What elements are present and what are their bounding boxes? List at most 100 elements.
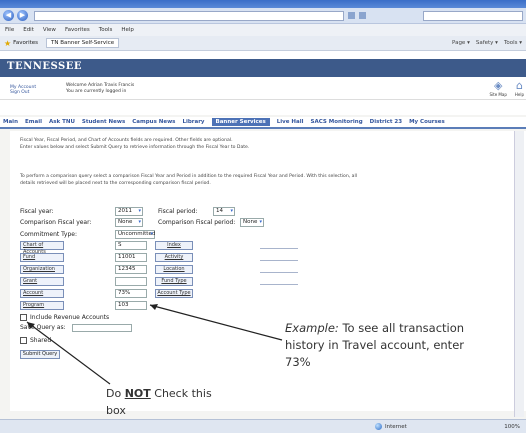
fiscal-period-label: Fiscal period: bbox=[158, 208, 198, 215]
fund-input[interactable]: 11001 bbox=[115, 253, 147, 262]
tab-student-news[interactable]: Student News bbox=[82, 119, 125, 125]
note-suffix: Check this box bbox=[106, 387, 212, 417]
welcome-row: My Account Sign Out Welcome Adrian Travi… bbox=[0, 78, 526, 100]
comparison-year-label: Comparison Fiscal year: bbox=[20, 219, 92, 226]
status-bar: Internet 100% bbox=[0, 419, 526, 433]
page-menu[interactable]: Page ▾ bbox=[452, 40, 470, 46]
menu-help[interactable]: Help bbox=[121, 27, 134, 33]
menu-tools[interactable]: Tools bbox=[99, 27, 113, 33]
site-map-icon: ◈ bbox=[493, 79, 503, 92]
grant-input[interactable] bbox=[115, 277, 147, 286]
url-field[interactable] bbox=[34, 10, 344, 21]
site-header: TENNESSEE My Account Sign Out Welcome Ad… bbox=[0, 51, 526, 115]
account-links: My Account Sign Out bbox=[10, 85, 36, 95]
tab-live-hall[interactable]: Live Hall bbox=[277, 119, 304, 125]
tab-sacs-monitoring[interactable]: SACS Monitoring bbox=[310, 119, 362, 125]
account-input[interactable]: 73% bbox=[115, 289, 147, 298]
help-button[interactable]: ⌂ Help bbox=[514, 79, 524, 98]
fund-type-description bbox=[260, 284, 298, 285]
site-map-label: Site Map bbox=[489, 92, 507, 97]
portal-tabs: Main Email Ask TNU Student News Campus N… bbox=[0, 117, 526, 129]
welcome-status: You are currently logged in bbox=[66, 89, 127, 94]
favorites-button[interactable]: Favorites bbox=[13, 40, 38, 46]
comparison-period-label: Comparison Fiscal period: bbox=[158, 219, 236, 226]
menu-view[interactable]: View bbox=[43, 27, 56, 33]
internet-globe-icon bbox=[375, 423, 382, 430]
account-button[interactable]: Account bbox=[20, 289, 64, 298]
address-bar: ◀ ▶ bbox=[0, 8, 526, 24]
chart-of-accounts-button[interactable]: Chart of Accounts bbox=[20, 241, 64, 255]
comparison-line-2: details retrieved will be placed next to… bbox=[20, 180, 211, 186]
refresh-icon[interactable] bbox=[348, 12, 355, 19]
help-icon: ⌂ bbox=[515, 79, 523, 92]
menu-favorites[interactable]: Favorites bbox=[65, 27, 90, 33]
location-description bbox=[260, 272, 298, 273]
security-zone: Internet bbox=[375, 423, 407, 430]
fiscal-year-select[interactable]: 2011 bbox=[115, 207, 143, 216]
address-icons bbox=[348, 12, 366, 19]
checkbox-note: Do NOT Check this box bbox=[106, 385, 226, 419]
browser-tab[interactable]: TN Banner Self-Service bbox=[46, 38, 120, 48]
tab-library[interactable]: Library bbox=[182, 119, 204, 125]
menu-file[interactable]: File bbox=[5, 27, 14, 33]
shared-label: Shared bbox=[30, 337, 52, 344]
page-scrollbar[interactable] bbox=[514, 131, 524, 417]
stop-icon[interactable] bbox=[359, 12, 366, 19]
commitment-type-select[interactable]: Uncommitted bbox=[115, 230, 155, 239]
tools-menu[interactable]: Tools ▾ bbox=[504, 40, 522, 46]
example-label: Example: bbox=[285, 321, 339, 335]
account-type-button[interactable]: Account Type bbox=[155, 289, 193, 298]
note-prefix: Do bbox=[106, 387, 122, 400]
note-bold: NOT bbox=[124, 387, 151, 400]
chart-of-accounts-input[interactable]: S bbox=[115, 241, 147, 250]
submit-query-button[interactable]: Submit Query bbox=[20, 350, 60, 359]
tab-email[interactable]: Email bbox=[25, 119, 42, 125]
menu-edit[interactable]: Edit bbox=[23, 27, 34, 33]
back-button[interactable]: ◀ bbox=[3, 10, 14, 21]
program-button[interactable]: Program bbox=[20, 301, 64, 310]
safety-menu[interactable]: Safety ▾ bbox=[476, 40, 498, 46]
search-input[interactable] bbox=[423, 10, 523, 21]
tab-district-23[interactable]: District 23 bbox=[370, 119, 402, 125]
tab-main[interactable]: Main bbox=[3, 119, 18, 125]
favorites-star-icon[interactable]: ★ bbox=[4, 39, 11, 48]
grant-button[interactable]: Grant bbox=[20, 277, 64, 286]
fund-button[interactable]: Fund bbox=[20, 253, 64, 262]
comparison-instructions: To perform a comparison query select a c… bbox=[20, 174, 520, 187]
index-description bbox=[260, 248, 298, 249]
favorites-bar: ★ Favorites TN Banner Self-Service Page … bbox=[0, 36, 526, 51]
instructions-line-2: Enter values below and select Submit Que… bbox=[20, 144, 250, 150]
activity-description bbox=[260, 260, 298, 261]
comparison-period-select[interactable]: None bbox=[240, 218, 264, 227]
tab-banner-services[interactable]: Banner Services bbox=[211, 118, 270, 126]
instructions-text: Fiscal Year, Fiscal Period, and Chart of… bbox=[20, 138, 520, 151]
tab-campus-news[interactable]: Campus News bbox=[132, 119, 175, 125]
tab-my-courses[interactable]: My Courses bbox=[409, 119, 445, 125]
site-map-button[interactable]: ◈ Site Map bbox=[489, 79, 507, 98]
save-query-label: Save Query as: bbox=[20, 324, 66, 331]
tab-ask-tnu[interactable]: Ask TNU bbox=[49, 119, 75, 125]
help-label: Help bbox=[514, 92, 524, 97]
organization-button[interactable]: Organization bbox=[20, 265, 64, 274]
zoom-level[interactable]: 100% bbox=[504, 424, 520, 430]
organization-input[interactable]: 12345 bbox=[115, 265, 147, 274]
menu-bar: File Edit View Favorites Tools Help bbox=[0, 24, 526, 36]
window-titlebar bbox=[0, 0, 526, 8]
program-input[interactable]: 103 bbox=[115, 301, 147, 310]
sign-out-link[interactable]: Sign Out bbox=[10, 90, 36, 95]
fiscal-period-select[interactable]: 14 bbox=[213, 207, 235, 216]
save-query-input[interactable] bbox=[72, 324, 132, 332]
command-bar: Page ▾ Safety ▾ Tools ▾ bbox=[452, 40, 522, 46]
commitment-type-label: Commitment Type: bbox=[20, 231, 77, 238]
include-revenue-checkbox[interactable] bbox=[20, 314, 27, 321]
activity-button[interactable]: Activity bbox=[155, 253, 193, 262]
index-button[interactable]: Index bbox=[155, 241, 193, 250]
shared-checkbox[interactable] bbox=[20, 337, 27, 344]
location-button[interactable]: Location bbox=[155, 265, 193, 274]
fund-type-button[interactable]: Fund Type bbox=[155, 277, 193, 286]
include-revenue-label: Include Revenue Accounts bbox=[30, 314, 110, 321]
site-logo[interactable]: TENNESSEE bbox=[7, 61, 82, 72]
fiscal-year-label: Fiscal year: bbox=[20, 208, 54, 215]
forward-button[interactable]: ▶ bbox=[17, 10, 28, 21]
comparison-year-select[interactable]: None bbox=[115, 218, 143, 227]
